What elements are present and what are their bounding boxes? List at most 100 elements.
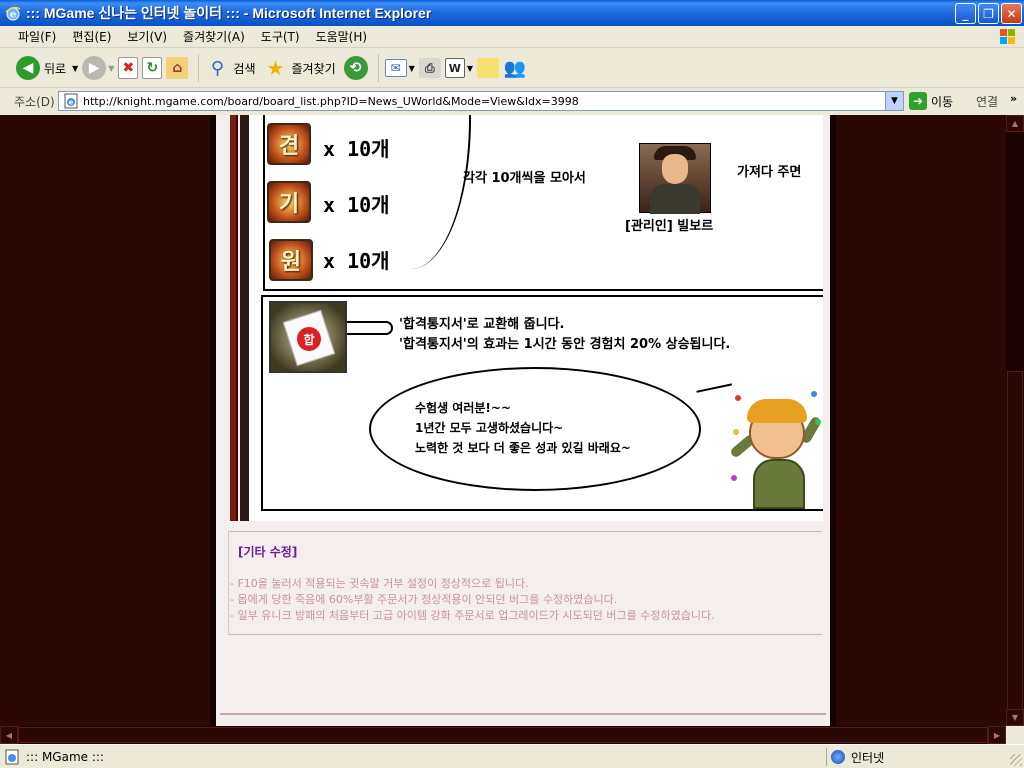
- kid-body: [753, 459, 805, 509]
- refresh-button[interactable]: ↻: [142, 53, 163, 83]
- links-chevron-icon[interactable]: »: [1010, 92, 1017, 105]
- toolbar-separator: [198, 54, 200, 82]
- go-button[interactable]: ➜ 이동: [909, 92, 953, 110]
- collect-text: 각각 10개씩을 모아서: [463, 171, 586, 186]
- favorites-icon: ★: [266, 56, 285, 80]
- gem-glyph: 원: [280, 249, 302, 275]
- confetti: [735, 395, 741, 401]
- history-icon: ⟲: [343, 56, 368, 80]
- horizontal-scroll-thumb[interactable]: [18, 727, 988, 743]
- go-label: 이동: [931, 94, 954, 109]
- scroll-up-icon[interactable]: ▲: [1006, 115, 1024, 132]
- content-column: 견 x 10개 기 x 10개 원 x 10개 각각 10개씩을 모아서 가져다…: [216, 115, 830, 726]
- security-zone: 인터넷: [826, 748, 1002, 766]
- close-icon: ✕: [1006, 6, 1017, 21]
- ie-logo-icon: e: [5, 6, 21, 21]
- menu-tools[interactable]: 도구(T): [261, 28, 300, 45]
- gem-count: x 10개: [323, 193, 390, 217]
- acceptance-letter-item: 합: [269, 301, 347, 373]
- npc-name: [관리인] 빌보르: [625, 219, 714, 234]
- maximize-icon: ❐: [983, 6, 994, 21]
- mail-dropdown-icon[interactable]: ▼: [409, 64, 415, 73]
- address-dropdown-icon[interactable]: ▼: [885, 92, 903, 110]
- notes-title: [기타 수정]: [238, 545, 298, 559]
- page-icon: [5, 749, 19, 764]
- favorites-button[interactable]: ★ 즐겨찾기: [264, 53, 340, 83]
- svg-text:e: e: [69, 99, 74, 107]
- inner-border: [230, 115, 238, 521]
- globe-icon: [831, 750, 845, 764]
- address-bar: 주소(D) e http://knight.mgame.com/board/bo…: [0, 88, 1024, 114]
- note-line: - F10을 눌러서 적용되는 귓속말 거부 설정이 정상적으로 됩니다.: [230, 577, 529, 590]
- event-image: 견 x 10개 기 x 10개 원 x 10개 각각 10개씩을 모아서 가져다…: [249, 115, 823, 521]
- scrollbar-corner: [1006, 726, 1024, 744]
- search-button[interactable]: ⚲ 검색: [205, 53, 259, 83]
- npc-head: [662, 154, 688, 184]
- scroll-down-icon[interactable]: ▼: [1006, 709, 1024, 726]
- horizontal-scrollbar[interactable]: ◀ ▶: [0, 726, 1006, 744]
- stop-icon: ✖: [118, 57, 139, 79]
- favorites-label: 즐겨찾기: [291, 61, 336, 76]
- toolbar-separator: [377, 54, 379, 82]
- gem-glyph: 기: [278, 191, 300, 217]
- edit-icon: W: [444, 58, 465, 78]
- messenger-button[interactable]: 👥: [503, 53, 527, 83]
- minimize-button[interactable]: _: [955, 3, 976, 24]
- scroll-right-icon[interactable]: ▶: [988, 726, 1006, 744]
- minimize-icon: _: [962, 6, 969, 21]
- print-button[interactable]: ⎙: [418, 53, 441, 83]
- close-button[interactable]: ✕: [1001, 3, 1022, 24]
- page-viewport[interactable]: 견 x 10개 기 x 10개 원 x 10개 각각 10개씩을 모아서 가져다…: [0, 115, 1006, 726]
- edit-button[interactable]: W ▼: [444, 53, 473, 83]
- menu-file[interactable]: 파일(F): [18, 28, 56, 45]
- pointer-line: [347, 321, 393, 335]
- toolbar: ◀ 뒤로 ▼ ▶ ▼ ✖ ↻ ⌂ ⚲ 검색 ★ 즐겨찾기 ⟲ ✉ ▼ ⎙ W ▼…: [0, 49, 1024, 88]
- menu-help[interactable]: 도움말(H): [316, 28, 368, 45]
- back-label: 뒤로: [44, 61, 67, 76]
- resize-grip-icon[interactable]: [1010, 754, 1022, 766]
- gem-item-3: 원: [269, 239, 313, 281]
- confetti: [733, 429, 739, 435]
- back-dropdown-icon[interactable]: ▼: [72, 64, 78, 73]
- menu-edit[interactable]: 편집(E): [72, 28, 111, 45]
- edit-dropdown-icon[interactable]: ▼: [467, 64, 473, 73]
- address-input[interactable]: e http://knight.mgame.com/board/board_li…: [58, 91, 904, 111]
- menu-favorites[interactable]: 즐겨찾기(A): [183, 28, 245, 45]
- forward-button[interactable]: ▶ ▼: [82, 53, 114, 83]
- refresh-icon: ↻: [142, 57, 163, 79]
- mail-button[interactable]: ✉ ▼: [384, 53, 415, 83]
- history-button[interactable]: ⟲: [343, 53, 368, 83]
- note-line: - 몹에게 당한 죽음에 60%부활 주문서가 정상적용이 안되던 버그를 수정…: [230, 593, 618, 606]
- forward-icon: ▶: [82, 56, 107, 80]
- zone-label: 인터넷: [851, 750, 885, 765]
- bring-text: 가져다 주면: [737, 165, 802, 180]
- vertical-scrollbar[interactable]: ▲ ▼: [1006, 115, 1024, 726]
- exchange-line-1: '합격통지서'로 교환해 줍니다.: [399, 317, 565, 332]
- title-bar[interactable]: e ::: MGame 신나는 인터넷 놀이터 ::: - Microsoft …: [0, 0, 1024, 26]
- discuss-button[interactable]: [476, 53, 499, 83]
- home-button[interactable]: ⌂: [166, 53, 189, 83]
- links-label[interactable]: 연결: [976, 93, 998, 110]
- page-icon: e: [64, 93, 78, 109]
- inner-border-dark: [240, 115, 249, 521]
- forward-dropdown-icon[interactable]: ▼: [108, 64, 114, 73]
- scroll-left-icon[interactable]: ◀: [0, 726, 18, 744]
- confetti: [731, 475, 737, 481]
- gem-item-1: 견: [267, 123, 311, 165]
- gem-item-2: 기: [267, 181, 311, 223]
- content-divider: [220, 713, 826, 715]
- status-text: ::: MGame :::: [26, 749, 104, 764]
- vertical-scroll-thumb[interactable]: [1007, 371, 1023, 723]
- note-line: - 일부 유니크 방패의 처음부터 고급 아이템 강화 주문서로 업그레이드가 …: [230, 609, 715, 622]
- browser-window: e ::: MGame 신나는 인터넷 놀이터 ::: - Microsoft …: [0, 0, 1024, 768]
- go-arrow-icon: ➜: [909, 92, 927, 110]
- exchange-line-2: '합격통지서'의 효과는 1시간 동안 경험치 20% 상승됩니다.: [399, 337, 731, 352]
- menu-view[interactable]: 보기(V): [127, 28, 167, 45]
- stop-button[interactable]: ✖: [118, 53, 139, 83]
- back-button[interactable]: ◀ 뒤로 ▼: [16, 53, 78, 83]
- maximize-button[interactable]: ❐: [978, 3, 999, 24]
- confetti: [811, 391, 817, 397]
- back-icon: ◀: [16, 56, 40, 80]
- mail-icon: ✉: [384, 59, 407, 77]
- menu-bar: 파일(F) 편집(E) 보기(V) 즐겨찾기(A) 도구(T) 도움말(H): [0, 26, 1024, 48]
